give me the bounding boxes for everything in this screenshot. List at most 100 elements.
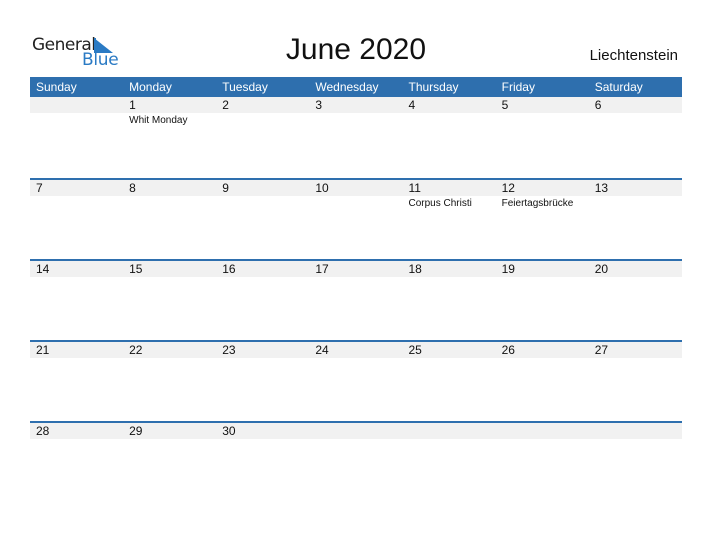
- day-cell: [30, 97, 124, 128]
- day-cell: 5: [495, 97, 589, 128]
- day-cell: 7: [30, 180, 124, 211]
- day-cell: 14: [30, 261, 124, 278]
- day-cell: 6: [588, 97, 682, 128]
- day-number: 4: [402, 97, 496, 113]
- day-cell: 26: [495, 342, 589, 359]
- holiday-label: [315, 196, 402, 197]
- day-number: 11: [402, 180, 496, 196]
- day-cell: 15: [123, 261, 217, 278]
- day-number: 10: [309, 180, 403, 196]
- day-number: 16: [216, 261, 310, 277]
- calendar-grid: Sunday Monday Tuesday Wednesday Thursday…: [30, 77, 682, 502]
- day-cell: 22: [123, 342, 217, 359]
- day-number: 15: [123, 261, 217, 277]
- weekday-friday: Friday: [501, 80, 535, 94]
- weekday-tuesday: Tuesday: [222, 80, 268, 94]
- country-label: Liechtenstein: [589, 47, 678, 64]
- weekday-wednesday: Wednesday: [315, 80, 379, 94]
- week-days: 28 29 30: [30, 423, 682, 440]
- day-cell: [402, 423, 496, 440]
- day-cell: 25: [402, 342, 496, 359]
- day-number: 26: [495, 342, 589, 358]
- weekday-thursday: Thursday: [408, 80, 459, 94]
- day-number: 3: [309, 97, 403, 113]
- holiday-label: [595, 113, 682, 114]
- holiday-label: [222, 439, 309, 440]
- day-cell: 3: [309, 97, 403, 128]
- holiday-label: [409, 439, 496, 440]
- weeks-container: 1 Whit Monday 2 3 4 5 6 7 8 9 10 11 Corpus Christi 12…: [30, 97, 682, 502]
- holiday-label: [36, 113, 123, 114]
- holiday-label: [595, 196, 682, 197]
- week-row: 28 29 30: [30, 421, 682, 502]
- day-number: 5: [495, 97, 589, 113]
- holiday-label: [595, 439, 682, 440]
- holiday-label: [222, 113, 309, 114]
- holiday-label: [222, 196, 309, 197]
- day-number: 6: [588, 97, 682, 113]
- day-number: 20: [588, 261, 682, 277]
- day-cell: [588, 423, 682, 440]
- holiday-label: [595, 358, 682, 359]
- day-cell: 16: [216, 261, 310, 278]
- holiday-label: [409, 358, 496, 359]
- holiday-label: [129, 358, 216, 359]
- holiday-label: [595, 277, 682, 278]
- day-number: 1: [123, 97, 217, 113]
- day-cell: 21: [30, 342, 124, 359]
- day-number: 24: [309, 342, 403, 358]
- day-cell: 4: [402, 97, 496, 128]
- day-number: 7: [30, 180, 124, 196]
- day-number: 17: [309, 261, 403, 277]
- week-days: 21 22 23 24 25 26 27: [30, 342, 682, 359]
- holiday-label: Whit Monday: [129, 115, 188, 126]
- week-row: 1 Whit Monday 2 3 4 5 6: [30, 97, 682, 178]
- day-cell: 8: [123, 180, 217, 211]
- holiday-label: [502, 113, 589, 114]
- day-number: 27: [588, 342, 682, 358]
- day-number: 28: [30, 423, 124, 439]
- holiday-label: [36, 277, 123, 278]
- day-cell: 19: [495, 261, 589, 278]
- holiday-label: [502, 277, 589, 278]
- day-cell: 28: [30, 423, 124, 440]
- day-cell: 29: [123, 423, 217, 440]
- day-number: 9: [216, 180, 310, 196]
- week-row: 7 8 9 10 11 Corpus Christi 12 Feiertagsbrücke 13: [30, 178, 682, 259]
- day-cell: 9: [216, 180, 310, 211]
- holiday-label: [502, 358, 589, 359]
- holiday-label: [222, 358, 309, 359]
- holiday-label: Corpus Christi: [408, 198, 472, 209]
- day-number: 2: [216, 97, 310, 113]
- holiday-label: [222, 277, 309, 278]
- day-number: [309, 423, 403, 439]
- week-days: 1 Whit Monday 2 3 4 5 6: [30, 97, 682, 128]
- day-number: 25: [402, 342, 496, 358]
- holiday-label: [315, 277, 402, 278]
- holiday-label: [36, 358, 123, 359]
- week-row: 21 22 23 24 25 26 27: [30, 340, 682, 421]
- day-cell: 20: [588, 261, 682, 278]
- day-cell: 27: [588, 342, 682, 359]
- day-number: 29: [123, 423, 217, 439]
- holiday-label: [129, 439, 216, 440]
- day-number: 12: [495, 180, 589, 196]
- holiday-label: [315, 439, 402, 440]
- day-cell: 30: [216, 423, 310, 440]
- week-row: 14 15 16 17 18 19 20: [30, 259, 682, 340]
- holiday-label: [409, 277, 496, 278]
- day-cell: 13: [588, 180, 682, 211]
- day-cell: 10: [309, 180, 403, 211]
- day-cell: [309, 423, 403, 440]
- day-number: [30, 97, 124, 113]
- holiday-label: [502, 439, 589, 440]
- holiday-label: [315, 358, 402, 359]
- weekday-saturday: Saturday: [594, 80, 643, 94]
- day-number: [588, 423, 682, 439]
- holiday-label: [129, 196, 216, 197]
- day-number: 30: [216, 423, 310, 439]
- day-number: 21: [30, 342, 124, 358]
- holiday-label: [36, 196, 123, 197]
- day-number: [495, 423, 589, 439]
- holiday-label: [129, 277, 216, 278]
